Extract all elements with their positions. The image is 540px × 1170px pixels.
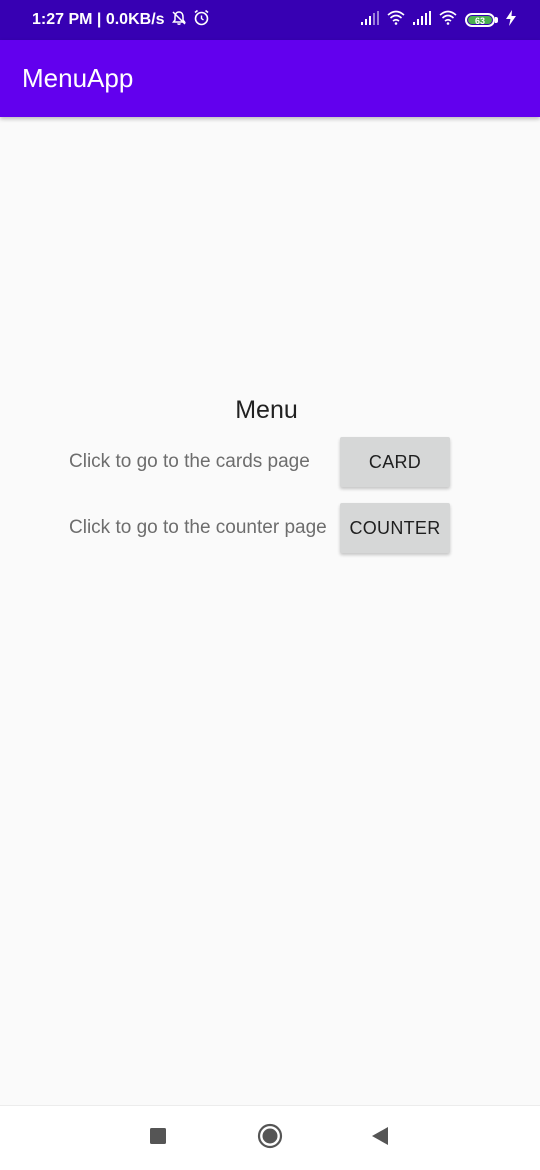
mute-bell-icon	[171, 10, 187, 31]
back-icon	[371, 1126, 389, 1151]
charging-bolt-icon	[506, 9, 516, 31]
signal-icon	[361, 10, 379, 30]
status-bar: 1:27 PM | 0.0KB/s 63	[0, 0, 540, 40]
app-bar: MenuApp	[0, 40, 540, 117]
recent-apps-icon	[149, 1127, 167, 1150]
card-button[interactable]: CARD	[340, 437, 450, 487]
counter-button[interactable]: COUNTER	[340, 503, 450, 553]
menu-title: Menu	[235, 396, 298, 424]
battery-body: 63	[465, 13, 495, 27]
wifi-icon	[387, 10, 405, 30]
home-button[interactable]	[240, 1106, 300, 1170]
screen: 1:27 PM | 0.0KB/s 63 MenuApp Menu Click …	[0, 0, 540, 1170]
status-right: 63	[361, 9, 516, 31]
home-icon	[257, 1123, 283, 1154]
back-button[interactable]	[350, 1106, 410, 1170]
menu-row-counter: Click to go to the counter page COUNTER	[69, 503, 469, 553]
battery-icon: 63	[465, 13, 498, 27]
battery-level: 63	[468, 16, 492, 26]
status-left: 1:27 PM | 0.0KB/s	[32, 9, 210, 31]
alarm-icon	[193, 9, 210, 31]
app-title: MenuApp	[22, 63, 134, 93]
battery-tip	[495, 17, 498, 23]
menu-row-cards: Click to go to the cards page CARD	[69, 437, 469, 487]
signal-icon	[413, 10, 431, 30]
recent-apps-button[interactable]	[128, 1106, 188, 1170]
counter-row-label: Click to go to the counter page	[69, 517, 327, 538]
status-time: 1:27 PM | 0.0KB/s	[32, 11, 165, 28]
cards-row-label: Click to go to the cards page	[69, 451, 310, 472]
navigation-bar	[0, 1105, 540, 1170]
wifi-icon	[439, 10, 457, 30]
